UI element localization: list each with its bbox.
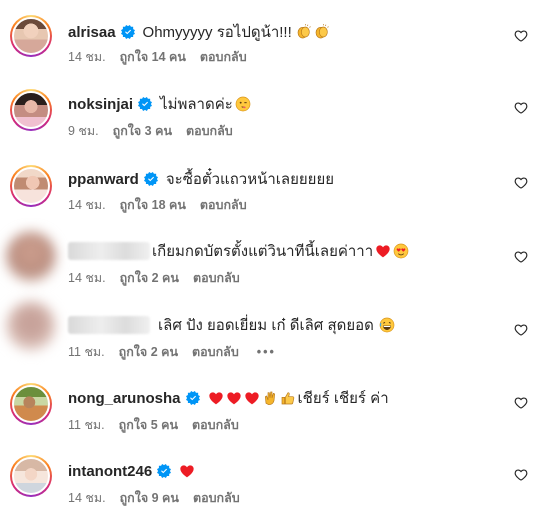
comment-item: alrisaa Ohmyyyyy รอไปดูน้า!!! 14 ชม. ถูก… — [0, 12, 542, 84]
avatar[interactable] — [10, 383, 52, 425]
verified-badge-icon — [157, 464, 171, 478]
like-heart-icon[interactable] — [514, 176, 528, 190]
heart-emoji-icon — [208, 390, 224, 406]
likes-count[interactable]: ถูกใจ 2 คน — [120, 268, 179, 288]
like-heart-icon[interactable] — [514, 323, 528, 337]
hand-emoji-icon — [262, 390, 278, 406]
like-heart-icon[interactable] — [514, 468, 528, 482]
verified-badge-icon — [144, 172, 158, 186]
likes-count[interactable]: ถูกใจ 5 คน — [119, 415, 178, 435]
reply-button[interactable]: ตอบกลับ — [192, 415, 239, 435]
redacted-username[interactable] — [68, 316, 150, 334]
more-options-button[interactable]: ••• — [257, 345, 276, 359]
comment-item: เกียมกดบัตรตั้งแต่วินาทีนี้เลยค่าาา 14 ช… — [0, 232, 542, 307]
heart-eyes-emoji-icon — [393, 243, 409, 259]
comment-username[interactable]: nong_arunosha — [68, 390, 181, 407]
comment-username[interactable]: ppanward — [68, 171, 139, 188]
redacted-username[interactable] — [68, 242, 150, 260]
likes-count[interactable]: ถูกใจ 2 คน — [119, 342, 178, 362]
comment-time[interactable]: 14 ชม. — [68, 268, 106, 288]
comment-item: noksinjai ไม่พลาดค่ะ 9 ชม. ถูกใจ 3 คน ตอ… — [0, 86, 542, 158]
wink-emoji-icon — [235, 96, 251, 112]
heart-emoji-icon — [244, 390, 260, 406]
like-heart-icon[interactable] — [514, 250, 528, 264]
reply-button[interactable]: ตอบกลับ — [200, 195, 247, 215]
comment-time[interactable]: 11 ชม. — [68, 342, 105, 362]
comment-username[interactable]: intanont246 — [68, 463, 152, 480]
avatar[interactable] — [10, 165, 52, 207]
likes-count[interactable]: ถูกใจ 18 คน — [120, 195, 186, 215]
likes-count[interactable]: ถูกใจ 14 คน — [120, 47, 186, 67]
like-heart-icon[interactable] — [514, 29, 528, 43]
comment-item: intanont246 14 ชม. ถูกใจ 9 คน ตอบกลับ — [0, 452, 542, 524]
clap-emoji-icon — [296, 24, 312, 40]
reply-button[interactable]: ตอบกลับ — [193, 268, 240, 288]
grin-emoji-icon — [379, 317, 395, 333]
comment-item: เลิศ ปัง ยอดเยี่ยม เก๋ ดีเลิศ สุดยอด 11 … — [0, 301, 542, 378]
reply-button[interactable]: ตอบกลับ — [193, 488, 240, 508]
comment-text: เลิศ ปัง ยอดเยี่ยม เก๋ ดีเลิศ สุดยอด — [158, 317, 374, 334]
reply-button[interactable]: ตอบกลับ — [200, 47, 247, 67]
heart-emoji-icon — [226, 390, 242, 406]
heart-emoji-icon — [375, 243, 391, 259]
avatar[interactable] — [10, 89, 52, 131]
like-heart-icon[interactable] — [514, 396, 528, 410]
avatar[interactable] — [6, 232, 56, 282]
comment-time[interactable]: 14 ชม. — [68, 47, 106, 67]
heart-emoji-icon — [179, 463, 195, 479]
comment-text: เชียร์ เชียร์ ค่า — [297, 390, 389, 407]
comment-time[interactable]: 14 ชม. — [68, 195, 106, 215]
reply-button[interactable]: ตอบกลับ — [192, 342, 239, 362]
comment-time[interactable]: 14 ชม. — [68, 488, 106, 508]
comment-item: ppanward จะซื้อตั๋วแถวหน้าเลยยยยย 14 ชม.… — [0, 162, 542, 234]
comment-text: จะซื้อตั๋วแถวหน้าเลยยยยย — [165, 171, 335, 188]
comment-text: ไม่พลาดค่ะ — [160, 96, 233, 113]
like-heart-icon[interactable] — [514, 101, 528, 115]
reply-button[interactable]: ตอบกลับ — [186, 121, 233, 141]
avatar[interactable] — [10, 15, 52, 57]
comment-time[interactable]: 9 ชม. — [68, 121, 99, 141]
verified-badge-icon — [138, 97, 152, 111]
comment-text: เกียมกดบัตรตั้งแต่วินาทีนี้เลยค่าาา — [152, 243, 374, 260]
avatar[interactable] — [6, 301, 56, 351]
likes-count[interactable]: ถูกใจ 3 คน — [113, 121, 172, 141]
likes-count[interactable]: ถูกใจ 9 คน — [120, 488, 179, 508]
comment-item: nong_arunosha เชียร์ เชียร์ ค่า 11 ชม. ถ… — [0, 380, 542, 452]
verified-badge-icon — [121, 25, 135, 39]
comment-text: Ohmyyyyy รอไปดูน้า!!! — [142, 24, 292, 41]
avatar[interactable] — [10, 455, 52, 497]
clap-emoji-icon — [314, 24, 330, 40]
thumbs-up-emoji-icon — [280, 390, 296, 406]
verified-badge-icon — [186, 391, 200, 405]
comment-time[interactable]: 11 ชม. — [68, 415, 105, 435]
comment-username[interactable]: alrisaa — [68, 24, 116, 41]
comment-username[interactable]: noksinjai — [68, 96, 133, 113]
